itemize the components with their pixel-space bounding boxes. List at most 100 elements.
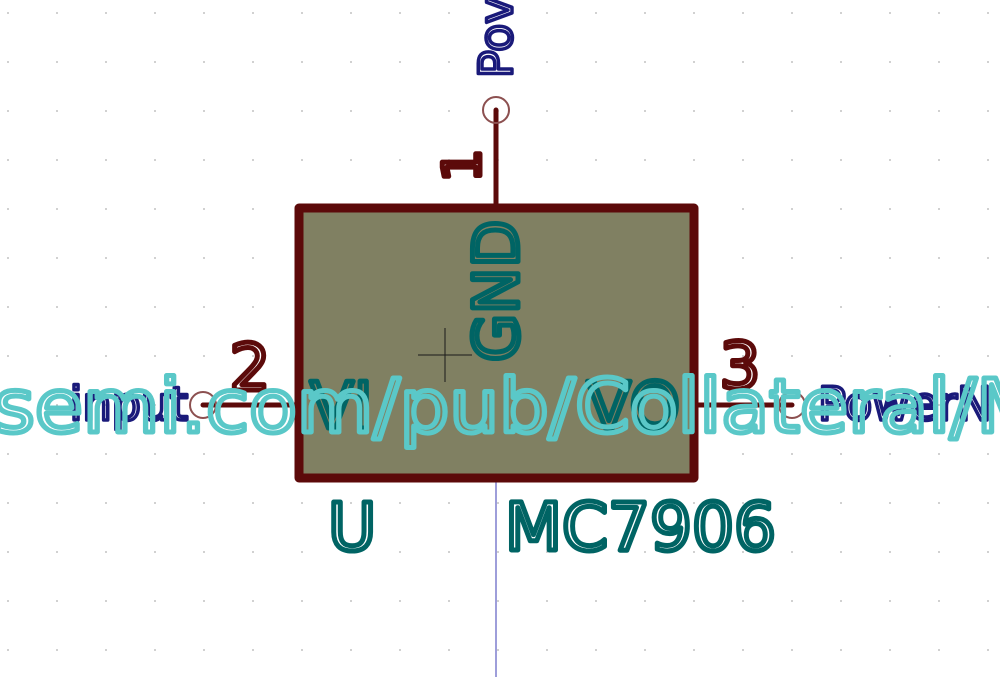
grid-dot [252,257,254,259]
schematic-canvas[interactable]: 1 2 3 GND VI VO Pov input PowerN semi.co… [0,0,1000,677]
grid-dot [350,12,352,14]
grid-dot [889,600,891,602]
grid-dot [105,110,107,112]
grid-dot [889,453,891,455]
grid-dot [987,306,989,308]
grid-dot [154,159,156,161]
grid-dot [497,649,499,651]
grid-dot [938,110,940,112]
grid-dot [595,110,597,112]
pin-1-name: GND [460,220,533,362]
grid-dot [252,159,254,161]
grid-dot [742,110,744,112]
grid-dot [987,551,989,553]
grid-dot [154,12,156,14]
grid-dot [742,208,744,210]
grid-dot [840,159,842,161]
grid-dot [791,649,793,651]
grid-dot [203,306,205,308]
grid-dot [742,12,744,14]
grid-dot [252,12,254,14]
grid-dot [791,12,793,14]
grid-dot [791,61,793,63]
grid-dot [938,159,940,161]
grid-dot [56,551,58,553]
grid-dot [791,551,793,553]
grid-dot [56,453,58,455]
grid-dot [742,453,744,455]
grid-dot [938,453,940,455]
pin-1-number: 1 [433,149,493,182]
grid-dot [105,649,107,651]
grid-dot [938,551,940,553]
grid-dot [791,502,793,504]
grid-dot [840,12,842,14]
grid-dot [987,649,989,651]
grid-dot [889,306,891,308]
grid-dot [742,600,744,602]
grid-dot [7,502,9,504]
component-value[interactable]: MC7906 [503,487,779,569]
grid-dot [7,600,9,602]
grid-dot [693,159,695,161]
grid-dot [840,551,842,553]
grid-dot [791,208,793,210]
grid-dot [203,355,205,357]
grid-dot [840,306,842,308]
grid-dot [56,208,58,210]
grid-dot [203,159,205,161]
grid-dot [693,649,695,651]
grid-dot [644,649,646,651]
grid-dot [56,257,58,259]
grid-dot [154,306,156,308]
grid-dot [154,355,156,357]
grid-dot [7,649,9,651]
grid-dot [56,600,58,602]
grid-dot [203,61,205,63]
grid-dot [154,649,156,651]
net-label-top[interactable]: Pov [467,0,525,80]
grid-dot [203,453,205,455]
grid-dot [742,306,744,308]
component-reference[interactable]: U [326,487,379,569]
grid-dot [399,551,401,553]
grid-dot [203,502,205,504]
grid-dot [987,355,989,357]
grid-dot [56,12,58,14]
grid-dot [301,551,303,553]
grid-dot [497,551,499,553]
grid-dot [399,159,401,161]
grid-dot [644,159,646,161]
grid-dot [546,600,548,602]
grid-dot [840,453,842,455]
grid-dot [889,159,891,161]
grid-dot [154,600,156,602]
grid-dot [644,600,646,602]
grid-dot [546,61,548,63]
grid-dot [448,551,450,553]
grid-dot [889,110,891,112]
grid-dot [840,110,842,112]
grid-dot [840,649,842,651]
grid-dot [791,453,793,455]
grid-dot [693,110,695,112]
grid-dot [987,453,989,455]
grid-dot [154,257,156,259]
grid-dot [105,551,107,553]
grid-dot [497,600,499,602]
grid-dot [693,600,695,602]
grid-dot [105,355,107,357]
grid-dot [105,159,107,161]
grid-dot [987,12,989,14]
grid-dot [546,159,548,161]
grid-dot [889,61,891,63]
grid-dot [399,110,401,112]
grid-dot [154,61,156,63]
grid-dot [301,61,303,63]
grid-dot [105,257,107,259]
grid-dot [938,355,940,357]
grid-dot [399,12,401,14]
grid-dot [938,12,940,14]
grid-dot [203,551,205,553]
grid-dot [595,649,597,651]
